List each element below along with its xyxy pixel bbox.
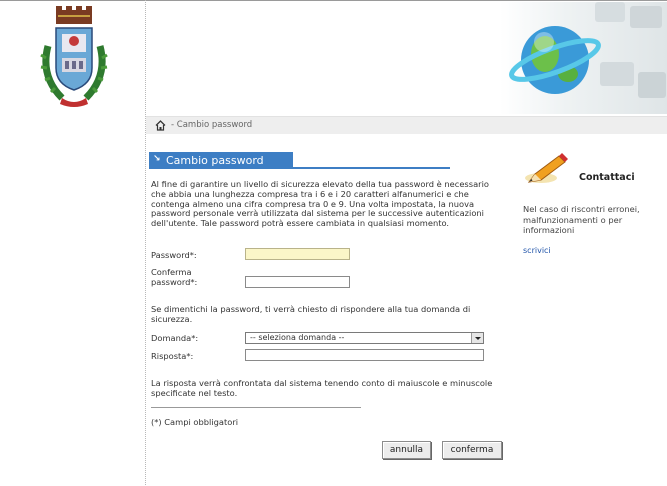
confirm-password-label: Conferma password*: [151, 267, 198, 287]
password-field[interactable] [245, 248, 350, 260]
intro-text: Al fine di garantire un livello di sicur… [151, 179, 489, 229]
globe-icon [509, 2, 666, 98]
cancel-button[interactable]: annulla [382, 441, 431, 459]
home-icon[interactable] [155, 120, 166, 131]
arrow-down-right-icon: ↘ [153, 154, 161, 164]
contact-description: Nel caso di riscontri erronei, malfunzio… [523, 204, 640, 235]
pencil-icon [525, 153, 568, 183]
top-divider [0, 0, 667, 1]
divider [151, 407, 361, 408]
contact-title: Contattaci [579, 172, 635, 183]
answer-field[interactable] [245, 349, 484, 361]
domanda-label: Domanda*: [151, 333, 199, 343]
confirm-button[interactable]: conferma [442, 441, 502, 459]
password-label: Password*: [151, 250, 197, 260]
breadcrumb-current: - Cambio password [171, 120, 253, 130]
breadcrumb: - Cambio password [146, 116, 667, 134]
section-title: Cambio password [166, 154, 264, 167]
security-question-select[interactable]: -- seleziona domanda -- [245, 332, 484, 344]
required-fields-note: (*) Campi obbligatori [151, 417, 239, 427]
section-header: ↘ Cambio password [149, 152, 293, 169]
confirm-password-field[interactable] [245, 276, 350, 288]
chevron-down-icon[interactable] [471, 333, 483, 343]
risposta-label: Risposta*: [151, 351, 194, 361]
security-question-selected: -- seleziona domanda -- [250, 333, 345, 342]
column-divider [145, 0, 146, 486]
case-sensitivity-note: La risposta verrà confrontata dal sistem… [151, 378, 493, 398]
section-underline [293, 167, 450, 169]
municipal-crest-logo [40, 6, 108, 107]
security-question-note: Se dimentichi la password, ti verrà chie… [151, 304, 471, 324]
header-banner [500, 2, 667, 114]
write-us-link[interactable]: scrivici [523, 246, 551, 255]
